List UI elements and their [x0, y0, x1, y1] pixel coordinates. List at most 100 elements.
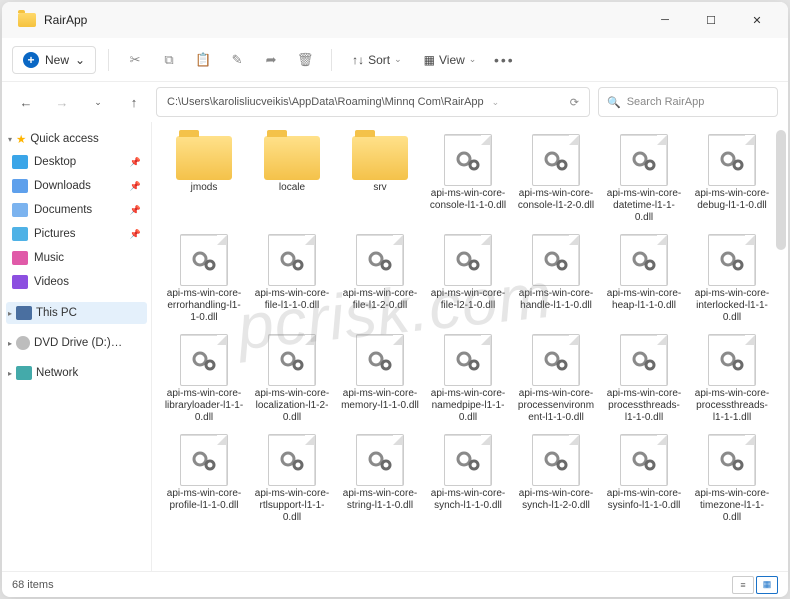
dll-file-icon — [708, 234, 756, 286]
file-item[interactable]: api-ms-win-core-debug-l1-1-0.dll — [690, 130, 774, 226]
file-item[interactable]: api-ms-win-core-datetime-l1-1-0.dll — [602, 130, 686, 226]
file-item[interactable]: api-ms-win-core-errorhandling-l1-1-0.dll — [162, 230, 246, 326]
file-item[interactable]: api-ms-win-core-libraryloader-l1-1-0.dll — [162, 330, 246, 426]
file-item[interactable]: api-ms-win-core-timezone-l1-1-0.dll — [690, 430, 774, 526]
chevron-right-icon: ▸ — [8, 309, 12, 318]
file-label: api-ms-win-core-datetime-l1-1-0.dll — [604, 188, 684, 224]
search-input[interactable]: 🔍 Search RairApp — [598, 87, 778, 117]
folder-item[interactable]: locale — [250, 130, 334, 226]
file-item[interactable]: api-ms-win-core-file-l1-2-0.dll — [338, 230, 422, 326]
sidebar-item-music[interactable]: Music — [6, 246, 147, 270]
share-button[interactable]: ➦ — [257, 46, 285, 74]
dll-file-icon — [444, 234, 492, 286]
path-input[interactable]: C:\Users\karolisliucveikis\AppData\Roami… — [156, 87, 590, 117]
desktop-icon — [12, 155, 28, 169]
file-item[interactable]: api-ms-win-core-string-l1-1-0.dll — [338, 430, 422, 526]
view-icon: ▦ — [424, 53, 435, 67]
folder-item[interactable]: srv — [338, 130, 422, 226]
dll-file-icon — [444, 334, 492, 386]
sort-dropdown[interactable]: ↑↓ Sort ⌄ — [344, 49, 410, 71]
up-button[interactable]: ↑ — [120, 88, 148, 116]
paste-button[interactable]: 📋 — [189, 46, 217, 74]
quick-access-header[interactable]: ▾ ★ Quick access — [6, 128, 147, 150]
recent-dropdown[interactable]: ⌄ — [84, 88, 112, 116]
file-pane[interactable]: jmodslocalesrvapi-ms-win-core-console-l1… — [152, 122, 788, 571]
path-chevron-icon[interactable]: ⌄ — [492, 97, 500, 108]
sidebar-item-videos[interactable]: Videos — [6, 270, 147, 294]
file-item[interactable]: api-ms-win-core-heap-l1-1-0.dll — [602, 230, 686, 326]
sidebar-item-this-pc[interactable]: ▸This PC — [6, 302, 147, 324]
file-item[interactable]: api-ms-win-core-processthreads-l1-1-0.dl… — [602, 330, 686, 426]
folder-item[interactable]: jmods — [162, 130, 246, 226]
file-item[interactable]: api-ms-win-core-synch-l1-2-0.dll — [514, 430, 598, 526]
file-item[interactable]: api-ms-win-core-console-l1-1-0.dll — [426, 130, 510, 226]
close-button[interactable]: ✕ — [734, 2, 780, 38]
item-count: 68 items — [12, 579, 54, 591]
file-item[interactable]: api-ms-win-core-console-l1-2-0.dll — [514, 130, 598, 226]
sort-icon: ↑↓ — [352, 53, 364, 67]
dll-file-icon — [620, 234, 668, 286]
file-label: api-ms-win-core-handle-l1-1-0.dll — [516, 288, 596, 312]
dll-file-icon — [620, 334, 668, 386]
delete-button[interactable]: 🗑 — [291, 46, 319, 74]
dll-file-icon — [444, 434, 492, 486]
copy-button[interactable]: ⧉ — [155, 46, 183, 74]
file-item[interactable]: api-ms-win-core-processenvironment-l1-1-… — [514, 330, 598, 426]
forward-button[interactable]: → — [48, 88, 76, 116]
file-item[interactable]: api-ms-win-core-file-l2-1-0.dll — [426, 230, 510, 326]
file-label: api-ms-win-core-file-l1-1-0.dll — [252, 288, 332, 312]
file-label: api-ms-win-core-debug-l1-1-0.dll — [692, 188, 772, 212]
dll-file-icon — [356, 334, 404, 386]
file-item[interactable]: api-ms-win-core-interlocked-l1-1-0.dll — [690, 230, 774, 326]
scrollbar-thumb[interactable] — [776, 130, 786, 250]
file-item[interactable]: api-ms-win-core-sysinfo-l1-1-0.dll — [602, 430, 686, 526]
details-view-button[interactable]: ≡ — [732, 576, 754, 594]
sidebar-item-network[interactable]: ▸Network — [6, 362, 147, 384]
videos-icon — [12, 275, 28, 289]
title-bar[interactable]: RairApp ─ ☐ ✕ — [2, 2, 788, 38]
sidebar-item-desktop[interactable]: Desktop📌 — [6, 150, 147, 174]
file-item[interactable]: api-ms-win-core-processthreads-l1-1-1.dl… — [690, 330, 774, 426]
icons-view-button[interactable]: ▦ — [756, 576, 778, 594]
back-button[interactable]: ← — [12, 88, 40, 116]
file-item[interactable]: api-ms-win-core-memory-l1-1-0.dll — [338, 330, 422, 426]
dll-file-icon — [532, 134, 580, 186]
file-label: api-ms-win-core-file-l1-2-0.dll — [340, 288, 420, 312]
file-item[interactable]: api-ms-win-core-synch-l1-1-0.dll — [426, 430, 510, 526]
new-button[interactable]: + New ⌄ — [12, 46, 96, 74]
file-item[interactable]: api-ms-win-core-profile-l1-1-0.dll — [162, 430, 246, 526]
more-button[interactable]: ••• — [490, 46, 518, 74]
pin-icon: 📌 — [130, 181, 141, 192]
toolbar: + New ⌄ ✂ ⧉ 📋 ✎ ➦ 🗑 ↑↓ Sort ⌄ ▦ View ⌄ •… — [2, 38, 788, 82]
pin-icon: 📌 — [130, 229, 141, 240]
file-item[interactable]: api-ms-win-core-localization-l1-2-0.dll — [250, 330, 334, 426]
star-icon: ★ — [16, 132, 26, 146]
file-item[interactable]: api-ms-win-core-rtlsupport-l1-1-0.dll — [250, 430, 334, 526]
chevron-down-icon: ⌄ — [394, 54, 402, 65]
chevron-down-icon: ⌄ — [75, 53, 85, 67]
refresh-button[interactable]: ⟳ — [570, 96, 579, 109]
file-item[interactable]: api-ms-win-core-namedpipe-l1-1-0.dll — [426, 330, 510, 426]
file-label: api-ms-win-core-string-l1-1-0.dll — [340, 488, 420, 512]
file-item[interactable]: api-ms-win-core-file-l1-1-0.dll — [250, 230, 334, 326]
file-label: api-ms-win-core-sysinfo-l1-1-0.dll — [604, 488, 684, 512]
dll-file-icon — [620, 434, 668, 486]
rename-button[interactable]: ✎ — [223, 46, 251, 74]
dll-file-icon — [356, 434, 404, 486]
sidebar-item-downloads[interactable]: Downloads📌 — [6, 174, 147, 198]
folder-icon — [176, 136, 232, 180]
search-placeholder: Search RairApp — [627, 96, 705, 108]
new-label: New — [45, 53, 69, 67]
chevron-down-icon: ⌄ — [469, 54, 477, 65]
window-title: RairApp — [44, 13, 87, 27]
view-dropdown[interactable]: ▦ View ⌄ — [416, 49, 485, 71]
file-label: api-ms-win-core-synch-l1-2-0.dll — [516, 488, 596, 512]
minimize-button[interactable]: ─ — [642, 2, 688, 38]
sidebar-item-pictures[interactable]: Pictures📌 — [6, 222, 147, 246]
sidebar-item-documents[interactable]: Documents📌 — [6, 198, 147, 222]
file-item[interactable]: api-ms-win-core-handle-l1-1-0.dll — [514, 230, 598, 326]
maximize-button[interactable]: ☐ — [688, 2, 734, 38]
file-label: api-ms-win-core-rtlsupport-l1-1-0.dll — [252, 488, 332, 524]
sidebar-item-dvd[interactable]: ▸DVD Drive (D:) CCCC — [6, 332, 147, 354]
cut-button[interactable]: ✂ — [121, 46, 149, 74]
